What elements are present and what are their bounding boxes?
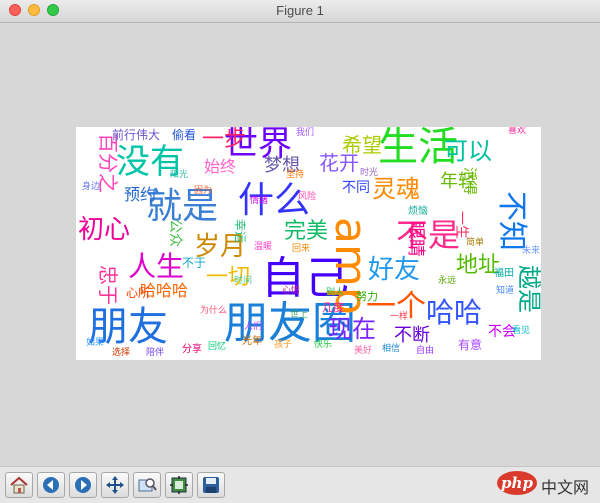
- cloud-word: 现在: [328, 315, 376, 343]
- cloud-word: 别人: [326, 288, 345, 298]
- cloud-word: 坚持: [286, 170, 305, 180]
- cloud-word: 烦恼: [408, 206, 428, 217]
- cloud-word: 人们: [244, 322, 263, 332]
- site-watermark: php 中文网: [497, 470, 597, 498]
- cloud-word: 忠于: [96, 265, 120, 305]
- arrow-right-icon: [75, 477, 91, 493]
- cloud-word: 自由: [416, 346, 435, 356]
- move-icon: [106, 476, 124, 494]
- cloud-word: 眼睛: [405, 221, 426, 257]
- cloud-word: 前行伟大: [112, 128, 161, 142]
- cloud-word: 公众: [167, 219, 183, 247]
- cloud-word: 世上: [290, 310, 309, 320]
- cloud-word: 温暖: [254, 242, 273, 252]
- cloud-word: 孩子: [274, 340, 293, 350]
- cloud-word: 喜欢: [508, 127, 527, 136]
- cloud-word: 可以: [444, 137, 492, 165]
- cloud-word: 身边: [82, 182, 101, 192]
- cloud-word: 回来: [292, 244, 311, 254]
- cloud-word: 美好: [354, 346, 373, 356]
- cloud-word: 初心: [78, 215, 131, 245]
- subplots-icon: [170, 476, 188, 494]
- cloud-word: 人生: [128, 250, 185, 283]
- cloud-word: 分享: [182, 344, 202, 355]
- cloud-word: 灵魂: [372, 175, 420, 203]
- php-logo: php: [497, 471, 537, 495]
- cloud-word: 花开: [319, 151, 359, 175]
- save-button[interactable]: [197, 472, 225, 498]
- cloud-word: 为什么: [200, 306, 228, 316]
- cloud-word: 因为: [194, 186, 213, 196]
- site-name: 中文网: [541, 478, 590, 497]
- zoom-button[interactable]: [133, 472, 161, 498]
- cloud-word: 完美: [284, 219, 329, 244]
- cloud-word: 看见: [512, 326, 531, 336]
- cloud-word: 时间: [234, 276, 253, 286]
- cloud-word: 相信: [382, 344, 401, 354]
- cloud-word: 福田: [494, 268, 514, 279]
- cloud-word: 永远: [438, 276, 457, 286]
- cloud-word: 光年: [242, 336, 262, 347]
- cloud-word: 偷看: [172, 128, 197, 142]
- cloud-word: 一样: [390, 312, 409, 322]
- home-button[interactable]: [5, 472, 33, 498]
- cloud-word: 几度: [322, 301, 344, 314]
- cloud-word: 选择: [112, 348, 131, 358]
- cloud-word: 情绪: [250, 196, 269, 206]
- cloud-word: 风险: [298, 192, 317, 202]
- window-title: Figure 1: [276, 3, 324, 18]
- cloud-word: 不断: [394, 325, 430, 346]
- zoom-rect-icon: [138, 478, 157, 492]
- cloud-word: 一步: [202, 127, 247, 152]
- cloud-word: 始终: [204, 157, 237, 176]
- forward-button[interactable]: [69, 472, 97, 498]
- cloud-word: 知道: [496, 286, 515, 296]
- cloud-word: 越是: [515, 265, 541, 313]
- cloud-word: 未来: [522, 246, 541, 256]
- cloud-word: 陪伴: [146, 348, 165, 358]
- cloud-word: 不同: [342, 180, 370, 196]
- cloud-word: 阳光: [170, 170, 189, 180]
- pan-button[interactable]: [101, 472, 129, 498]
- cloud-word: 回忆: [208, 342, 227, 352]
- window-titlebar: Figure 1: [0, 0, 600, 23]
- cloud-word: 不知: [494, 191, 529, 251]
- cloud-word: 幸运: [233, 219, 247, 244]
- cloud-word: 不于: [182, 256, 207, 270]
- cloud-word: 简单: [466, 238, 485, 248]
- cloud-word: 时光: [360, 168, 379, 178]
- back-button[interactable]: [37, 472, 65, 498]
- save-icon: [203, 477, 219, 493]
- cloud-word: 好友: [368, 255, 421, 285]
- cloud-word: 有意: [458, 338, 483, 352]
- cloud-word: 预约: [124, 185, 157, 204]
- cloud-word: 心所: [126, 286, 151, 300]
- subplots-button[interactable]: [165, 472, 193, 498]
- cloud-word: 一生: [453, 211, 469, 239]
- word-cloud-image: 朋友圈 朋友 自己 amp 就是 什么 生活 没有 世界 不是 一个 哈哈 人生 岁月 好友 现在 初心 完美 灵魂…: [76, 127, 541, 360]
- cloud-word: 哈哈: [426, 296, 483, 329]
- cloud-word: 我们: [296, 128, 315, 138]
- cloud-word: 如果: [86, 338, 105, 348]
- cloud-word: 活得: [461, 167, 477, 195]
- cloud-word: 心情: [282, 286, 301, 296]
- arrow-left-icon: [43, 477, 59, 493]
- cloud-word: 快乐: [314, 340, 333, 350]
- cloud-word: 努力: [356, 290, 378, 303]
- cloud-word: 百分之: [96, 133, 120, 193]
- home-icon: [10, 476, 28, 494]
